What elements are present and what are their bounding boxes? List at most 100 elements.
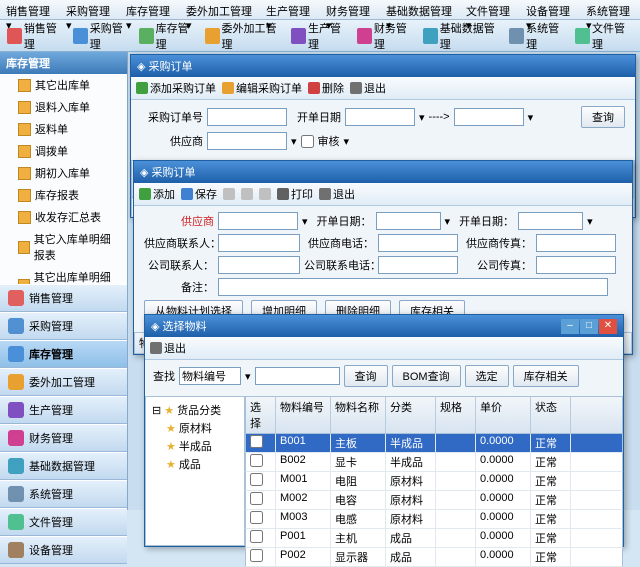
table-row[interactable]: P001主机成品0.0000正常 [245, 529, 623, 548]
input-search[interactable] [255, 367, 340, 385]
input-date-to[interactable] [454, 108, 524, 126]
toolbar-button[interactable]: 采购管理 [70, 18, 134, 54]
menu-item[interactable]: 系统管理 ▾ [580, 0, 640, 19]
nav-button[interactable]: 委外加工管理 [0, 368, 127, 396]
dropdown-icon[interactable]: ▾ [245, 370, 251, 383]
dropdown-icon[interactable]: ▾ [587, 215, 593, 228]
toolbar-button[interactable] [259, 188, 271, 200]
nav-button[interactable]: 文件管理 [0, 508, 127, 536]
row-checkbox[interactable] [250, 492, 263, 505]
tree-item[interactable]: ★半成品 [150, 437, 240, 455]
toolbar-button[interactable]: 打印 [277, 186, 313, 202]
menu-item[interactable]: 基础数据管理 ▾ [380, 0, 460, 19]
row-checkbox[interactable] [250, 435, 263, 448]
menu-item[interactable]: 生产管理 ▾ [260, 0, 320, 19]
toolbar-button[interactable]: 系统管理 [506, 18, 570, 54]
toolbar-button[interactable] [223, 188, 235, 200]
tree-item[interactable]: 其它出库单明细报表 [0, 266, 127, 284]
column-header[interactable]: 物料名称 [331, 397, 386, 433]
column-header[interactable]: 选择 [246, 397, 276, 433]
table-row[interactable]: M002电容原材料0.0000正常 [245, 491, 623, 510]
input-date1[interactable] [376, 212, 441, 230]
input-supplier[interactable] [218, 212, 298, 230]
table-row[interactable]: P002显示器成品0.0000正常 [245, 548, 623, 567]
tree-item[interactable]: 收发存汇总表 [0, 206, 127, 228]
toolbar-button[interactable]: 基础数据管理 [420, 18, 504, 54]
input-supplier-fax[interactable] [536, 234, 616, 252]
column-header[interactable]: 物料编号 [276, 397, 331, 433]
toolbar-button[interactable]: 委外加工管理 [202, 18, 286, 54]
toolbar-button[interactable]: 销售管理 [4, 18, 68, 54]
dropdown-icon[interactable]: ▾ [445, 215, 451, 228]
toolbar-button[interactable]: 生产管理 [288, 18, 352, 54]
nav-button[interactable]: 基础数据管理 [0, 452, 127, 480]
table-row[interactable]: B001主板半成品0.0000正常 [245, 434, 623, 453]
toolbar-button[interactable]: 文件管理 [572, 18, 636, 54]
nav-button[interactable]: 采购管理 [0, 312, 127, 340]
tree-item[interactable]: 调拨单 [0, 140, 127, 162]
btn-query[interactable]: 查询 [344, 365, 388, 387]
close-button[interactable]: ✕ [599, 319, 617, 334]
nav-button[interactable]: 生产管理 [0, 396, 127, 424]
input-company-phone[interactable] [378, 256, 458, 274]
query-button[interactable]: 查询 [581, 106, 625, 128]
collapse-icon[interactable]: ⊟ [152, 404, 161, 417]
window-titlebar[interactable]: ◈ 采购订单 [134, 161, 632, 183]
menu-item[interactable]: 库存管理 ▾ [120, 0, 180, 19]
tree-item[interactable]: ★原材料 [150, 419, 240, 437]
column-header[interactable]: 状态 [531, 397, 571, 433]
tree-item[interactable]: 库存报表 [0, 184, 127, 206]
row-checkbox[interactable] [250, 549, 263, 562]
table-row[interactable]: M001电阻原材料0.0000正常 [245, 472, 623, 491]
menu-item[interactable]: 财务管理 ▾ [320, 0, 380, 19]
tree-item[interactable]: 期初入库单 [0, 162, 127, 184]
select-search-by[interactable] [179, 367, 241, 385]
column-header[interactable]: 规格 [436, 397, 476, 433]
dropdown-icon[interactable]: ▾ [419, 111, 425, 124]
checkbox-audit[interactable] [301, 135, 314, 148]
input-po-number[interactable] [207, 108, 287, 126]
row-checkbox[interactable] [250, 454, 263, 467]
table-row[interactable]: B002显卡半成品0.0000正常 [245, 453, 623, 472]
input-date-from[interactable] [345, 108, 415, 126]
row-checkbox[interactable] [250, 530, 263, 543]
toolbar-button[interactable]: 添加 [139, 186, 175, 202]
tree-item[interactable]: 退料入库单 [0, 96, 127, 118]
toolbar-button[interactable]: 退出 [319, 186, 355, 202]
toolbar-button[interactable]: 保存 [181, 186, 217, 202]
btn-stock-related[interactable]: 库存相关 [513, 365, 579, 387]
nav-button[interactable]: 销售管理 [0, 284, 127, 312]
lookup-icon[interactable]: ▾ [344, 135, 350, 148]
btn-bom-query[interactable]: BOM查询 [392, 365, 461, 387]
toolbar-button[interactable]: 库存管理 [136, 18, 200, 54]
btn-select[interactable]: 选定 [465, 365, 509, 387]
toolbar-button[interactable]: 退出 [350, 80, 386, 96]
nav-button[interactable]: 财务管理 [0, 424, 127, 452]
toolbar-button[interactable]: 财务管理 [354, 18, 418, 54]
input-remark[interactable] [218, 278, 608, 296]
tree-item[interactable]: 其它入库单明细报表 [0, 228, 127, 266]
toolbar-button[interactable]: 添加采购订单 [136, 80, 216, 96]
maximize-button[interactable]: □ [580, 319, 598, 334]
toolbar-button[interactable]: 编辑采购订单 [222, 80, 302, 96]
window-titlebar[interactable]: ◈ 采购订单 [131, 55, 635, 77]
tree-root[interactable]: ⊟★货品分类 [150, 401, 240, 419]
input-company-contact[interactable] [218, 256, 300, 274]
column-header[interactable]: 单价 [476, 397, 531, 433]
dropdown-icon[interactable]: ▾ [528, 111, 534, 124]
tree-item[interactable]: ★成品 [150, 455, 240, 473]
table-row[interactable]: M003电感原材料0.0000正常 [245, 510, 623, 529]
menu-item[interactable]: 设备管理 ▾ [520, 0, 580, 19]
toolbar-button[interactable]: 退出 [150, 340, 186, 356]
dropdown-icon[interactable]: ▾ [302, 215, 308, 228]
minimize-button[interactable]: – [561, 319, 579, 334]
menu-item[interactable]: 文件管理 ▾ [460, 0, 520, 19]
lookup-icon[interactable]: ▾ [291, 135, 297, 148]
nav-button[interactable]: 系统管理 [0, 480, 127, 508]
menu-item[interactable]: 采购管理 ▾ [60, 0, 120, 19]
nav-button[interactable]: 设备管理 [0, 536, 127, 564]
row-checkbox[interactable] [250, 473, 263, 486]
input-supplier-contact[interactable] [218, 234, 300, 252]
toolbar-button[interactable]: 删除 [308, 80, 344, 96]
nav-button[interactable]: 库存管理 [0, 340, 127, 368]
